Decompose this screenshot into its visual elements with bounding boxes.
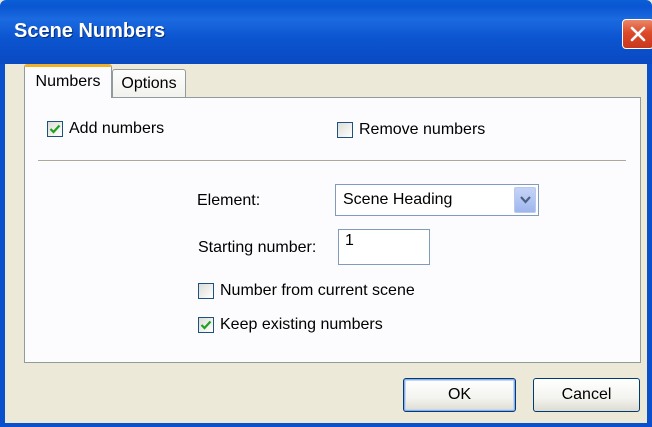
add-numbers-checkbox[interactable]: Add numbers — [47, 120, 164, 138]
checkmark-icon — [49, 124, 61, 134]
title-bar[interactable]: Scene Numbers — [0, 0, 652, 64]
close-button[interactable] — [622, 19, 652, 49]
chevron-down-icon — [520, 196, 531, 204]
remove-numbers-checkbox[interactable]: Remove numbers — [337, 121, 485, 139]
tab-options-label: Options — [121, 75, 177, 92]
window-frame-left — [0, 64, 5, 427]
close-icon — [630, 26, 646, 42]
tab-options[interactable]: Options — [112, 69, 186, 97]
element-label: Element: — [197, 192, 261, 209]
number-from-current-label: Number from current scene — [220, 282, 415, 299]
cancel-button[interactable]: Cancel — [533, 378, 640, 412]
keep-existing-checkbox[interactable]: Keep existing numbers — [198, 316, 383, 334]
checkmark-icon — [200, 320, 212, 330]
tab-numbers-label: Numbers — [35, 73, 101, 90]
checkbox-box[interactable] — [198, 317, 214, 333]
checkbox-box[interactable] — [198, 283, 214, 299]
add-numbers-label: Add numbers — [69, 120, 165, 137]
checkbox-box[interactable] — [337, 122, 353, 138]
window-title: Scene Numbers — [14, 20, 166, 42]
element-select[interactable]: Scene Heading — [335, 184, 539, 216]
window-frame-right — [647, 64, 652, 427]
ok-button[interactable]: OK — [403, 378, 516, 412]
keep-existing-label: Keep existing numbers — [220, 316, 383, 333]
dropdown-button[interactable] — [514, 187, 536, 213]
section-divider — [38, 160, 626, 162]
element-select-value: Scene Heading — [343, 191, 453, 208]
number-from-current-checkbox[interactable]: Number from current scene — [198, 282, 415, 300]
window-frame-bottom — [0, 423, 652, 427]
tab-numbers[interactable]: Numbers — [24, 64, 112, 98]
starting-number-label: Starting number: — [198, 239, 317, 256]
remove-numbers-label: Remove numbers — [359, 121, 486, 138]
checkbox-box[interactable] — [47, 121, 63, 137]
starting-number-input[interactable] — [338, 229, 430, 265]
